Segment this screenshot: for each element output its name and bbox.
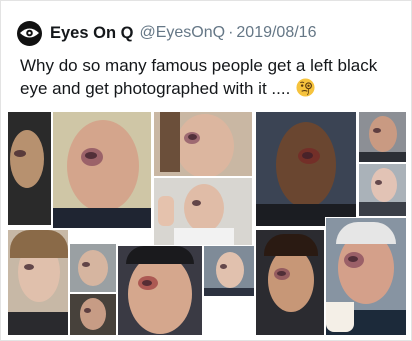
collage-photo [358,163,407,217]
collage-photo [255,111,357,227]
collage-photo [69,293,117,336]
user-handle[interactable]: @EyesOnQ [139,24,225,42]
collage-photo [358,111,407,163]
tweet-card: Eyes On Q @EyesOnQ · 2019/08/16 Why do s… [0,0,412,341]
collage-photo [69,243,117,293]
tweet-date[interactable]: 2019/08/16 [236,24,316,42]
collage-photo [153,111,253,177]
collage-photo [52,111,152,229]
collage-photo [325,217,407,336]
display-name[interactable]: Eyes On Q [50,24,133,43]
tweet-body: Why do so many famous people get a left … [20,56,378,98]
eye-logo-icon [20,28,39,38]
tweet-header: Eyes On Q @EyesOnQ · 2019/08/16 [17,19,316,47]
collage-photo [117,245,203,336]
collage-photo [255,229,325,336]
photo-collage[interactable] [7,111,407,336]
avatar[interactable] [17,20,42,46]
meta-separator: · [228,24,234,41]
collage-photo [7,111,52,226]
collage-photo [203,245,255,297]
collage-photo [153,177,253,247]
face-with-monocle-emoji-icon [296,78,315,97]
collage-photo [7,229,69,336]
tweet-text: Why do so many famous people get a left … [20,54,400,100]
